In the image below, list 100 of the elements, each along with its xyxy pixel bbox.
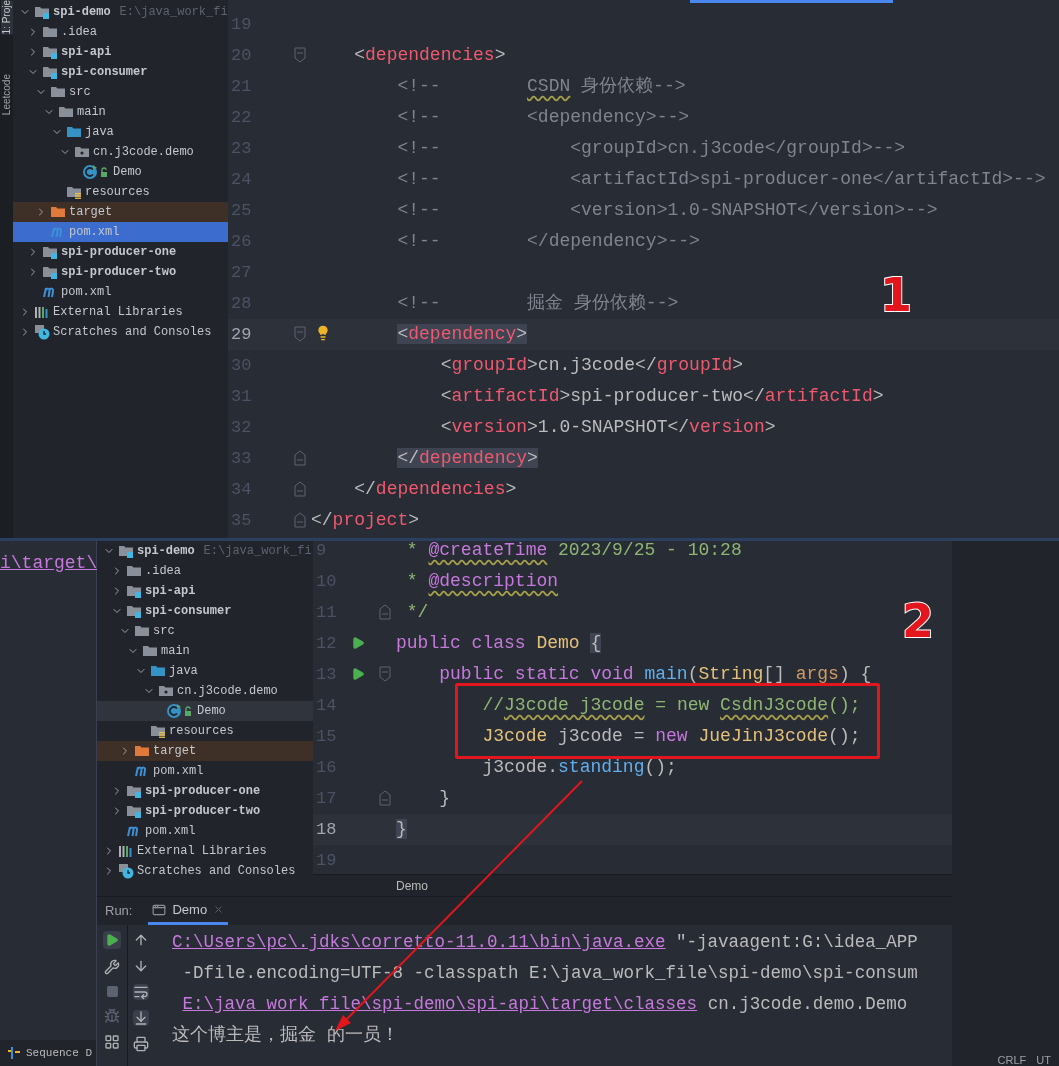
console-line: 这个博主是，掘金 的一员！ — [172, 1024, 400, 1048]
code-text: <!-- CSDN 身份依赖--> — [396, 75, 686, 98]
tree-item[interactable]: cn.j3code.demo — [97, 681, 313, 701]
resources-folder-icon — [150, 724, 166, 738]
code-text: } — [438, 787, 451, 810]
source-folder-icon — [150, 664, 166, 678]
sequence-diagram-icon — [8, 1046, 22, 1060]
library-bars-icon — [34, 305, 50, 319]
folder-icon — [58, 105, 74, 119]
run-icon[interactable] — [351, 667, 365, 681]
tree-item[interactable]: .idea — [13, 22, 228, 42]
line-number: 29 — [230, 323, 252, 346]
tree-item[interactable]: src — [97, 621, 313, 641]
tree-item[interactable]: spi-consumer — [13, 62, 228, 82]
tree-item[interactable]: Demo — [13, 162, 228, 182]
tree-item[interactable]: pom.xml — [97, 821, 313, 841]
tree-item[interactable]: External Libraries — [97, 841, 313, 861]
tree-item[interactable]: resources — [97, 721, 313, 741]
fold-icon[interactable] — [379, 604, 391, 620]
fold-icon[interactable] — [294, 326, 306, 342]
code-text: public class Demo { — [396, 632, 602, 655]
tree-item[interactable]: Scratches and Consoles — [13, 322, 228, 342]
tree-item[interactable]: java — [13, 122, 228, 142]
fold-icon[interactable] — [294, 512, 306, 528]
run-tab[interactable]: Demo — [148, 897, 229, 925]
code-text: * @createTime 2023/9/25 - 10:28 — [405, 541, 742, 562]
tool-window-tab[interactable]: Sequence D — [0, 1040, 96, 1066]
folder-icon — [126, 564, 142, 578]
code-text: <!-- <version>1.0-SNAPSHOT</version>--> — [396, 199, 938, 222]
module-folder-icon — [126, 784, 142, 798]
scroll-to-end-icon[interactable] — [133, 1010, 149, 1026]
folder-icon — [142, 644, 158, 658]
module-folder-icon — [126, 604, 142, 618]
resources-folder-icon — [66, 185, 82, 199]
folder-icon — [134, 624, 150, 638]
tree-item[interactable]: target — [97, 741, 313, 761]
code-text: </dependencies> — [353, 478, 517, 501]
tree-item[interactable]: main — [13, 102, 228, 122]
close-icon[interactable] — [213, 904, 225, 915]
rerun-icon[interactable] — [103, 931, 121, 949]
bug-icon[interactable] — [104, 1008, 120, 1024]
stop-icon[interactable] — [105, 985, 119, 998]
path-link[interactable]: i\target\ — [0, 548, 96, 579]
tree-item[interactable]: java — [97, 661, 313, 681]
code-text: <!-- <artifactId>spi-producer-one</artifactId>--> — [396, 168, 1046, 191]
tree-item[interactable]: spi-producer-one — [97, 781, 313, 801]
tree-item[interactable]: target — [13, 202, 228, 222]
tree-item[interactable]: Scratches and Consoles — [97, 861, 313, 881]
printer-icon[interactable] — [133, 1036, 149, 1052]
class-icon — [166, 703, 194, 719]
tree-item[interactable]: External Libraries — [13, 302, 228, 322]
side-tab[interactable]: Leetcode — [0, 74, 13, 116]
tree-item[interactable]: spi-api — [97, 581, 313, 601]
run-icon[interactable] — [351, 636, 365, 650]
tree-item[interactable]: spi-api — [13, 42, 228, 62]
tree-item[interactable]: spi-consumer — [97, 601, 313, 621]
class-icon — [82, 164, 110, 180]
fold-icon[interactable] — [379, 790, 391, 806]
status-item[interactable]: CRLF — [997, 1054, 1027, 1066]
code-text: j3code.standing(); — [481, 756, 677, 779]
tree-item[interactable]: resources — [13, 182, 228, 202]
module-folder-icon — [42, 45, 58, 59]
tree-item[interactable]: spi-demo E:\java_work_fi — [13, 2, 228, 22]
tree-item[interactable]: Demo — [97, 701, 313, 721]
layout-icon[interactable] — [104, 1034, 120, 1050]
code-text: <dependencies> — [353, 44, 506, 67]
tree-item[interactable]: pom.xml — [13, 282, 228, 302]
code-text: } — [396, 818, 407, 841]
tree-item[interactable]: main — [97, 641, 313, 661]
side-tab[interactable]: 1: Proje — [0, 0, 13, 35]
code-text: <!-- </dependency>--> — [396, 230, 700, 253]
code-text: </dependency> — [396, 447, 538, 470]
status-item[interactable]: UT — [1036, 1054, 1051, 1066]
module-folder-icon — [126, 804, 142, 818]
lightbulb-icon[interactable] — [315, 325, 331, 341]
tree-item[interactable]: cn.j3code.demo — [13, 142, 228, 162]
soft-wrap-icon[interactable] — [133, 984, 149, 1000]
tree-item[interactable]: src — [13, 82, 228, 102]
tree-item[interactable]: .idea — [97, 561, 313, 581]
breadcrumb-item[interactable]: Demo — [396, 876, 428, 895]
tree-item[interactable]: pom.xml — [97, 761, 313, 781]
code-text: <!-- <groupId>cn.j3code</groupId>--> — [396, 137, 906, 160]
tree-item[interactable]: spi-producer-two — [97, 801, 313, 821]
tree-item[interactable]: spi-producer-two — [13, 262, 228, 282]
wrench-icon[interactable] — [104, 959, 120, 975]
tree-item[interactable]: spi-demo E:\java_work_fi — [97, 541, 313, 561]
excluded-folder-icon — [50, 205, 66, 219]
tree-item[interactable]: spi-producer-one — [13, 242, 228, 262]
module-folder-icon — [42, 245, 58, 259]
module-folder-icon — [118, 544, 134, 558]
code-text: <dependency> — [396, 323, 528, 346]
annotation-number: 1 — [880, 272, 912, 318]
scratches-clock-icon — [118, 863, 134, 879]
fold-icon[interactable] — [379, 666, 391, 682]
fold-icon[interactable] — [294, 481, 306, 497]
module-folder-icon — [126, 584, 142, 598]
code-text: <!-- <dependency>--> — [396, 106, 690, 129]
fold-icon[interactable] — [294, 47, 306, 63]
fold-icon[interactable] — [294, 450, 306, 466]
code-text: <groupId>cn.j3code</groupId> — [439, 354, 744, 377]
